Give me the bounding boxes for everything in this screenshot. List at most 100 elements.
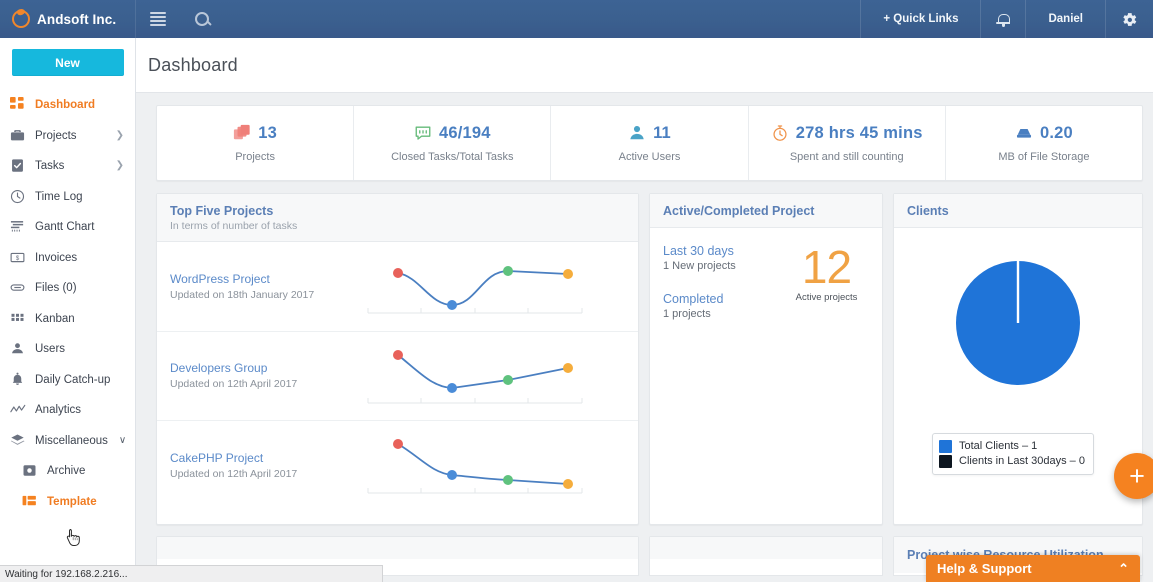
search-icon xyxy=(195,12,209,26)
project-name[interactable]: Developers Group xyxy=(170,361,360,375)
page-header: Dashboard xyxy=(136,38,1153,93)
legend-label: Total Clients – 1 xyxy=(959,440,1038,452)
last-30-days-label[interactable]: Last 30 days xyxy=(663,244,771,258)
bell-alert-icon xyxy=(10,372,26,388)
sidebar-item-template[interactable]: Template xyxy=(0,487,135,518)
sidebar-item-gantt-chart[interactable]: Gantt Chart xyxy=(0,212,135,243)
help-and-support-bar[interactable]: Help & Support ⌃ xyxy=(926,555,1140,582)
stat-label: Spent and still counting xyxy=(789,150,904,163)
notifications-button[interactable] xyxy=(980,0,1025,38)
sparkline-chart-cakephp xyxy=(360,433,638,499)
sidebar-item-label: Gantt Chart xyxy=(35,221,95,234)
sidebar-item-dashboard[interactable]: Dashboard xyxy=(0,90,135,121)
help-label: Help & Support xyxy=(937,561,1032,576)
stat-top: 278 hrs 45 mins xyxy=(771,124,923,143)
sidebar-item-projects[interactable]: Projects ❯ xyxy=(0,121,135,152)
new-button[interactable]: New xyxy=(11,49,124,76)
stat-label: MB of File Storage xyxy=(998,150,1090,163)
panel-title xyxy=(650,537,882,559)
gantt-icon xyxy=(10,219,26,235)
brand-name: Andsoft Inc. xyxy=(37,11,117,27)
project-meta: CakePHP Project Updated on 12th April 20… xyxy=(170,451,360,480)
sidebar-item-archive[interactable]: Archive xyxy=(0,456,135,487)
last-30-days-value: 1 New projects xyxy=(663,260,736,272)
sidebar-item-label: Kanban xyxy=(35,312,75,325)
sidebar-item-label: Daily Catch-up xyxy=(35,373,111,386)
clients-chart-legend: Total Clients – 1 Clients in Last 30days… xyxy=(932,433,1094,475)
gear-icon xyxy=(1121,11,1138,28)
stat-label: Projects xyxy=(235,150,275,163)
sparkline-chart-developers-group xyxy=(360,343,638,409)
stat-card-time-spent[interactable]: 278 hrs 45 mins Spent and still counting xyxy=(749,106,946,180)
legend-swatch xyxy=(939,440,952,453)
stat-card-file-storage[interactable]: 0.20 MB of File Storage xyxy=(946,106,1142,180)
stat-card-projects[interactable]: 13 Projects xyxy=(157,106,355,180)
sidebar-item-tasks[interactable]: Tasks ❯ xyxy=(0,151,135,182)
sidebar-item-files[interactable]: Files (0) xyxy=(0,273,135,304)
sidebar-nav: Dashboard Projects ❯ Tasks ❯ Time Log Ga… xyxy=(0,90,135,517)
legend-swatch xyxy=(939,455,952,468)
project-updated: Updated on 18th January 2017 xyxy=(170,288,315,301)
panel-title: Top Five Projects xyxy=(170,204,274,218)
project-meta: Developers Group Updated on 12th April 2… xyxy=(170,361,360,390)
bell-icon xyxy=(996,13,1011,27)
archive-icon xyxy=(22,463,38,479)
panel-body: Last 30 days 1 New projects Completed 1 … xyxy=(650,228,882,320)
stat-value: 13 xyxy=(258,123,277,142)
sidebar-item-analytics[interactable]: Analytics xyxy=(0,395,135,426)
quick-links-button[interactable]: + Quick Links xyxy=(860,0,980,38)
line-chart-icon xyxy=(10,402,26,418)
sidebar-item-users[interactable]: Users xyxy=(0,334,135,365)
table-row[interactable]: CakePHP Project Updated on 12th April 20… xyxy=(157,421,638,511)
stat-label: Active Users xyxy=(618,150,681,163)
chevron-up-icon: ⌃ xyxy=(1118,560,1129,576)
settings-button[interactable] xyxy=(1105,0,1153,38)
search-button[interactable] xyxy=(180,0,224,38)
menu-toggle-button[interactable] xyxy=(136,0,180,38)
panel-body: Total Clients – 1 Clients in Last 30days… xyxy=(894,228,1153,516)
panel-title xyxy=(157,537,638,559)
chevron-down-icon: ∨ xyxy=(118,435,127,447)
svg-text:$: $ xyxy=(16,256,20,262)
panel-clients: Clients Total Clients – 1 Clients in Las… xyxy=(893,193,1153,525)
stat-card-tasks[interactable]: 46/194 Closed Tasks/Total Tasks xyxy=(354,106,552,180)
projects-icon xyxy=(234,124,250,140)
sidebar-item-invoices[interactable]: $ Invoices xyxy=(0,243,135,274)
project-updated: Updated on 12th April 2017 xyxy=(170,378,298,391)
panel-header: Active/Completed Project xyxy=(650,194,882,228)
panel-header: Clients xyxy=(894,194,1142,228)
stat-label: Closed Tasks/Total Tasks xyxy=(391,150,514,163)
hamburger-icon xyxy=(150,12,166,26)
sidebar-item-time-log[interactable]: Time Log xyxy=(0,182,135,213)
project-name[interactable]: CakePHP Project xyxy=(170,451,360,465)
user-menu[interactable]: Daniel xyxy=(1025,0,1105,38)
sidebar-item-miscellaneous[interactable]: Miscellaneous ∨ xyxy=(0,426,135,457)
table-row[interactable]: Developers Group Updated on 12th April 2… xyxy=(157,332,638,421)
chevron-right-icon: ❯ xyxy=(115,129,124,141)
project-name[interactable]: WordPress Project xyxy=(170,272,360,286)
sidebar-item-label: Analytics xyxy=(35,404,82,417)
layers-icon xyxy=(10,433,26,449)
project-meta: WordPress Project Updated on 18th Januar… xyxy=(170,272,360,301)
briefcase-icon xyxy=(10,128,26,144)
sidebar-item-kanban[interactable]: Kanban xyxy=(0,304,135,335)
panel-top-five-projects: Top Five Projects In terms of number of … xyxy=(156,193,639,525)
sidebar-item-label: Miscellaneous xyxy=(35,434,108,447)
clients-pie-chart xyxy=(953,258,1083,393)
brand[interactable]: Andsoft Inc. xyxy=(0,0,136,38)
sparkline-chart-wordpress xyxy=(360,253,638,319)
legend-item: Clients in Last 30days – 0 xyxy=(939,454,1085,469)
add-floating-action-button[interactable]: + xyxy=(1114,453,1153,499)
panel-header: Top Five Projects In terms of number of … xyxy=(157,194,638,242)
table-row[interactable]: WordPress Project Updated on 18th Januar… xyxy=(157,242,638,332)
active-projects-caption: Active projects xyxy=(795,291,858,303)
sidebar-item-label: Template xyxy=(47,495,97,508)
stat-top: 11 xyxy=(628,124,671,143)
panel-subtitle: In terms of number of tasks xyxy=(170,220,298,232)
dashboard-panels-row: Top Five Projects In terms of number of … xyxy=(156,193,1153,525)
paperclip-icon xyxy=(10,280,26,296)
stat-card-active-users[interactable]: 11 Active Users xyxy=(551,106,749,180)
completed-label[interactable]: Completed xyxy=(663,292,771,306)
sidebar-item-daily-catch-up[interactable]: Daily Catch-up xyxy=(0,365,135,396)
